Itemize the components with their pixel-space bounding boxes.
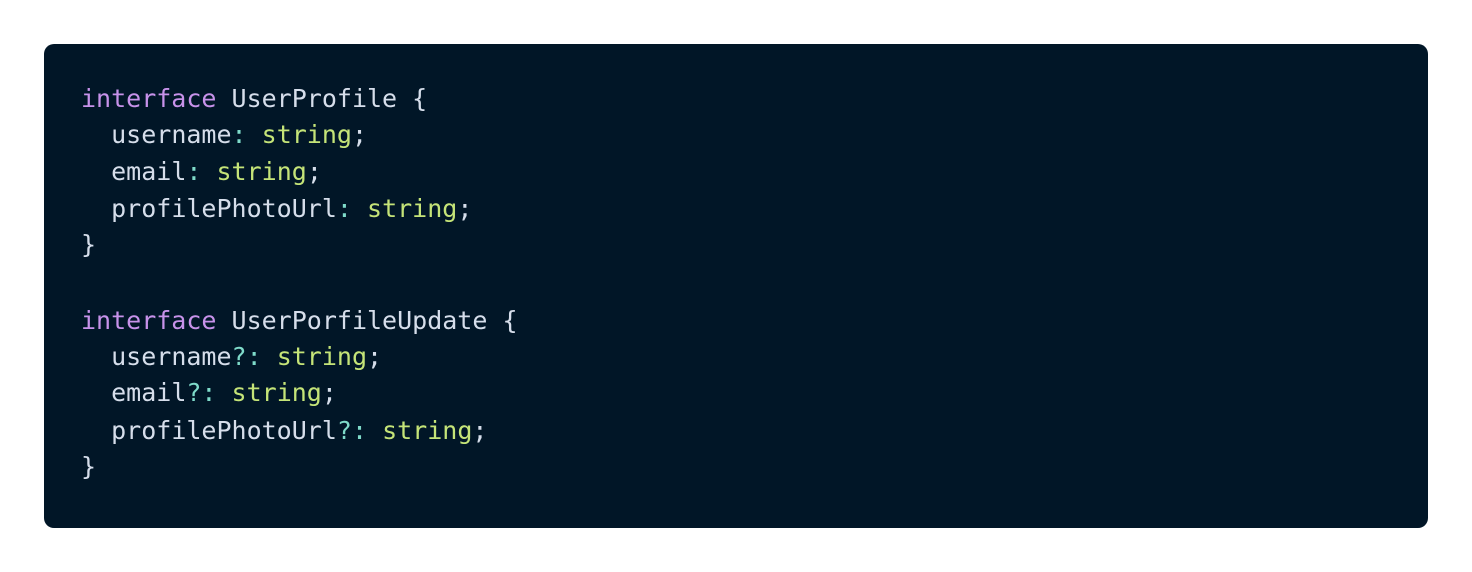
field-name: email [111,378,187,407]
field-name: username [111,120,232,149]
close-brace: } [81,230,97,259]
field-type: string [276,342,368,371]
field-line: username?: string; [81,339,382,375]
field-type: string [367,194,458,223]
field-type: string [261,120,352,149]
code-block: interface UserProfile { username: string… [44,44,1428,528]
field-separator: ?: [336,416,367,445]
interface-declaration-line: interface UserPorfileUpdate { [81,303,518,339]
keyword-interface: interface [81,306,217,335]
field-separator: ?: [186,378,217,407]
interface-declaration-line: interface UserProfile { [81,81,427,117]
field-type: string [216,157,307,186]
field-name: profilePhotoUrl [111,416,337,445]
open-brace: { [502,306,518,335]
field-line: email?: string; [81,375,337,411]
field-separator: : [231,120,247,149]
open-brace: { [412,84,428,113]
field-name: profilePhotoUrl [111,194,337,223]
field-type: string [231,378,322,407]
field-line: username: string; [81,117,367,153]
field-separator: ?: [231,342,262,371]
field-terminator: ; [306,157,322,186]
field-line: profilePhotoUrl?: string; [81,413,487,449]
field-terminator: ; [351,120,368,149]
keyword-interface: interface [81,84,217,113]
interface-name: UserPorfileUpdate [231,306,488,335]
field-line: email: string; [81,154,322,190]
close-brace-line: } [81,227,96,263]
field-terminator: ; [321,378,337,407]
interface-name: UserProfile [231,84,398,113]
field-terminator: ; [457,194,473,223]
field-terminator: ; [472,416,488,445]
field-separator: : [186,157,202,186]
field-line: profilePhotoUrl: string; [81,191,472,227]
field-type: string [382,416,473,445]
field-name: username [111,342,232,371]
close-brace-line: } [81,449,96,485]
field-terminator: ; [367,342,383,371]
close-brace: } [81,452,97,481]
field-separator: : [336,194,352,223]
field-name: email [111,157,187,186]
